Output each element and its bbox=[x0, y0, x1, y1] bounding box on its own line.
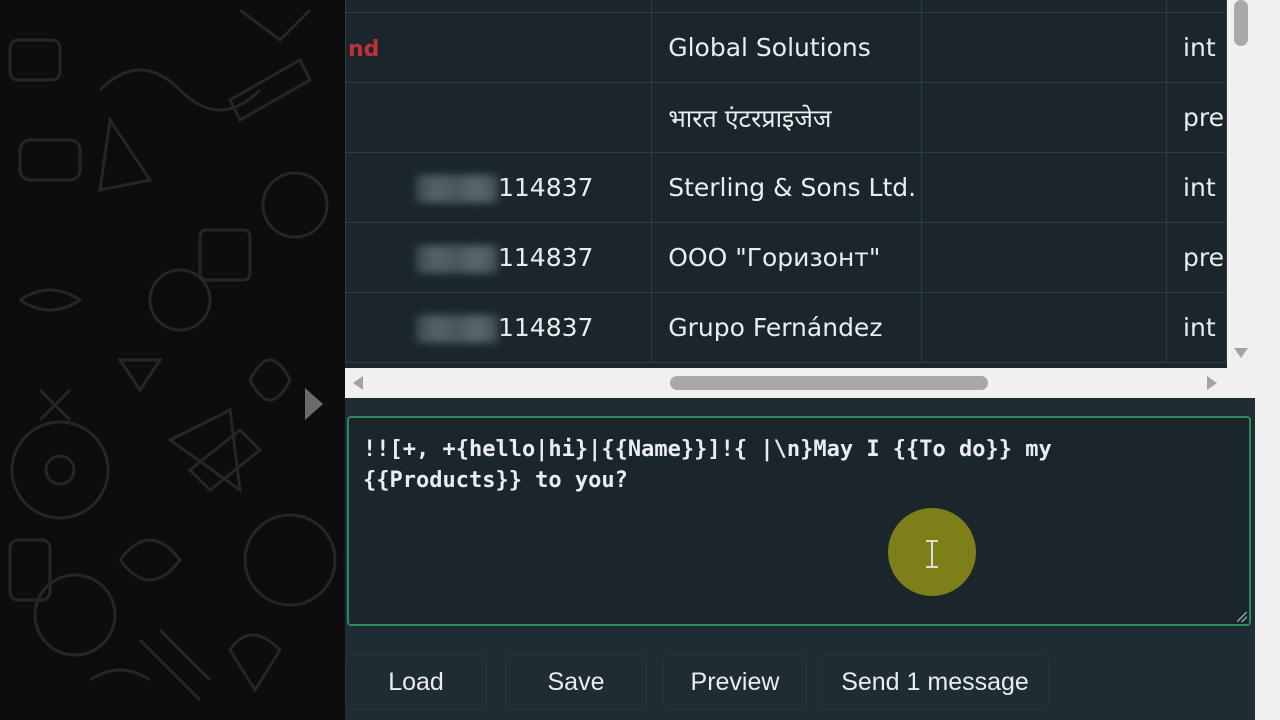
company-cell: Sterling & Sons Ltd. bbox=[651, 152, 923, 223]
action-bar: Load Save Preview Send 1 message bbox=[345, 654, 1255, 714]
redacted-blur bbox=[416, 314, 498, 343]
chat-wallpaper bbox=[0, 0, 345, 720]
preview-button[interactable]: Preview bbox=[663, 654, 807, 710]
scroll-right-arrow-icon[interactable] bbox=[1207, 376, 1217, 390]
company-cell bbox=[651, 0, 923, 13]
empty-cell bbox=[921, 0, 1168, 13]
table-row[interactable] bbox=[345, 0, 1227, 13]
doodle-pattern bbox=[8, 8, 337, 702]
redacted-blur bbox=[416, 244, 498, 273]
phone-cell: nd bbox=[345, 12, 653, 83]
load-button[interactable]: Load bbox=[345, 654, 487, 710]
phone-suffix: 114837 bbox=[498, 312, 594, 342]
text-cursor-icon bbox=[926, 540, 938, 568]
table-row[interactable]: 114837 ООО "Горизонт" pre bbox=[345, 222, 1227, 293]
phone-cell: 114837 bbox=[345, 152, 653, 223]
message-template-editor[interactable]: !![+, +{hello|hi}|{{Name}}]!{ |\n}May I … bbox=[347, 416, 1251, 626]
phone-cell bbox=[345, 0, 653, 13]
table-row[interactable]: भारत एंटरप्राइजेज pre bbox=[345, 82, 1227, 153]
tag-cell bbox=[1166, 0, 1227, 13]
empty-cell bbox=[921, 12, 1168, 83]
vertical-scroll-thumb[interactable] bbox=[1234, 0, 1248, 46]
save-button[interactable]: Save bbox=[505, 654, 647, 710]
scroll-down-arrow-icon[interactable] bbox=[1234, 348, 1248, 358]
empty-cell bbox=[921, 292, 1168, 363]
empty-cell bbox=[921, 222, 1168, 293]
redacted-blur bbox=[416, 174, 498, 203]
tag-cell: pre bbox=[1166, 222, 1227, 293]
phone-cell: 114837 bbox=[345, 222, 653, 293]
phone-cell: 114837 bbox=[345, 292, 653, 363]
tag-cell: int bbox=[1166, 292, 1227, 363]
phone-cell bbox=[345, 82, 653, 153]
contacts-table: nd Global Solutions int भारत एंटरप्राइजे… bbox=[345, 0, 1227, 368]
window-edge bbox=[1255, 0, 1280, 720]
table-row[interactable]: 114837 Sterling & Sons Ltd. int bbox=[345, 152, 1227, 223]
empty-cell bbox=[921, 82, 1168, 153]
horizontal-scrollbar[interactable] bbox=[345, 368, 1255, 398]
send-message-button[interactable]: Send 1 message bbox=[821, 654, 1049, 710]
company-cell: Global Solutions bbox=[651, 12, 923, 83]
resize-grip-icon[interactable] bbox=[1237, 612, 1247, 622]
scroll-left-arrow-icon[interactable] bbox=[353, 376, 363, 390]
tag-cell: int bbox=[1166, 152, 1227, 223]
company-cell: भारत एंटरप्राइजेज bbox=[651, 82, 923, 153]
empty-cell bbox=[921, 152, 1168, 223]
company-cell: Grupo Fernández bbox=[651, 292, 923, 363]
tag-cell: int bbox=[1166, 12, 1227, 83]
horizontal-scroll-thumb[interactable] bbox=[670, 376, 988, 390]
collapse-arrow-icon[interactable] bbox=[303, 386, 325, 422]
phone-suffix: 114837 bbox=[498, 242, 594, 272]
tag-cell: pre bbox=[1166, 82, 1227, 153]
editor-text: !![+, +{hello|hi}|{{Name}}]!{ |\n}May I … bbox=[363, 437, 1052, 493]
phone-suffix: 114837 bbox=[498, 172, 594, 202]
company-cell: ООО "Горизонт" bbox=[651, 222, 923, 293]
error-fragment: nd bbox=[348, 37, 380, 62]
vertical-scrollbar[interactable] bbox=[1227, 0, 1255, 368]
table-row[interactable]: nd Global Solutions int bbox=[345, 12, 1227, 83]
table-row[interactable]: 114837 Grupo Fernández int bbox=[345, 292, 1227, 363]
contacts-panel: nd Global Solutions int भारत एंटरप्राइजे… bbox=[345, 0, 1255, 720]
